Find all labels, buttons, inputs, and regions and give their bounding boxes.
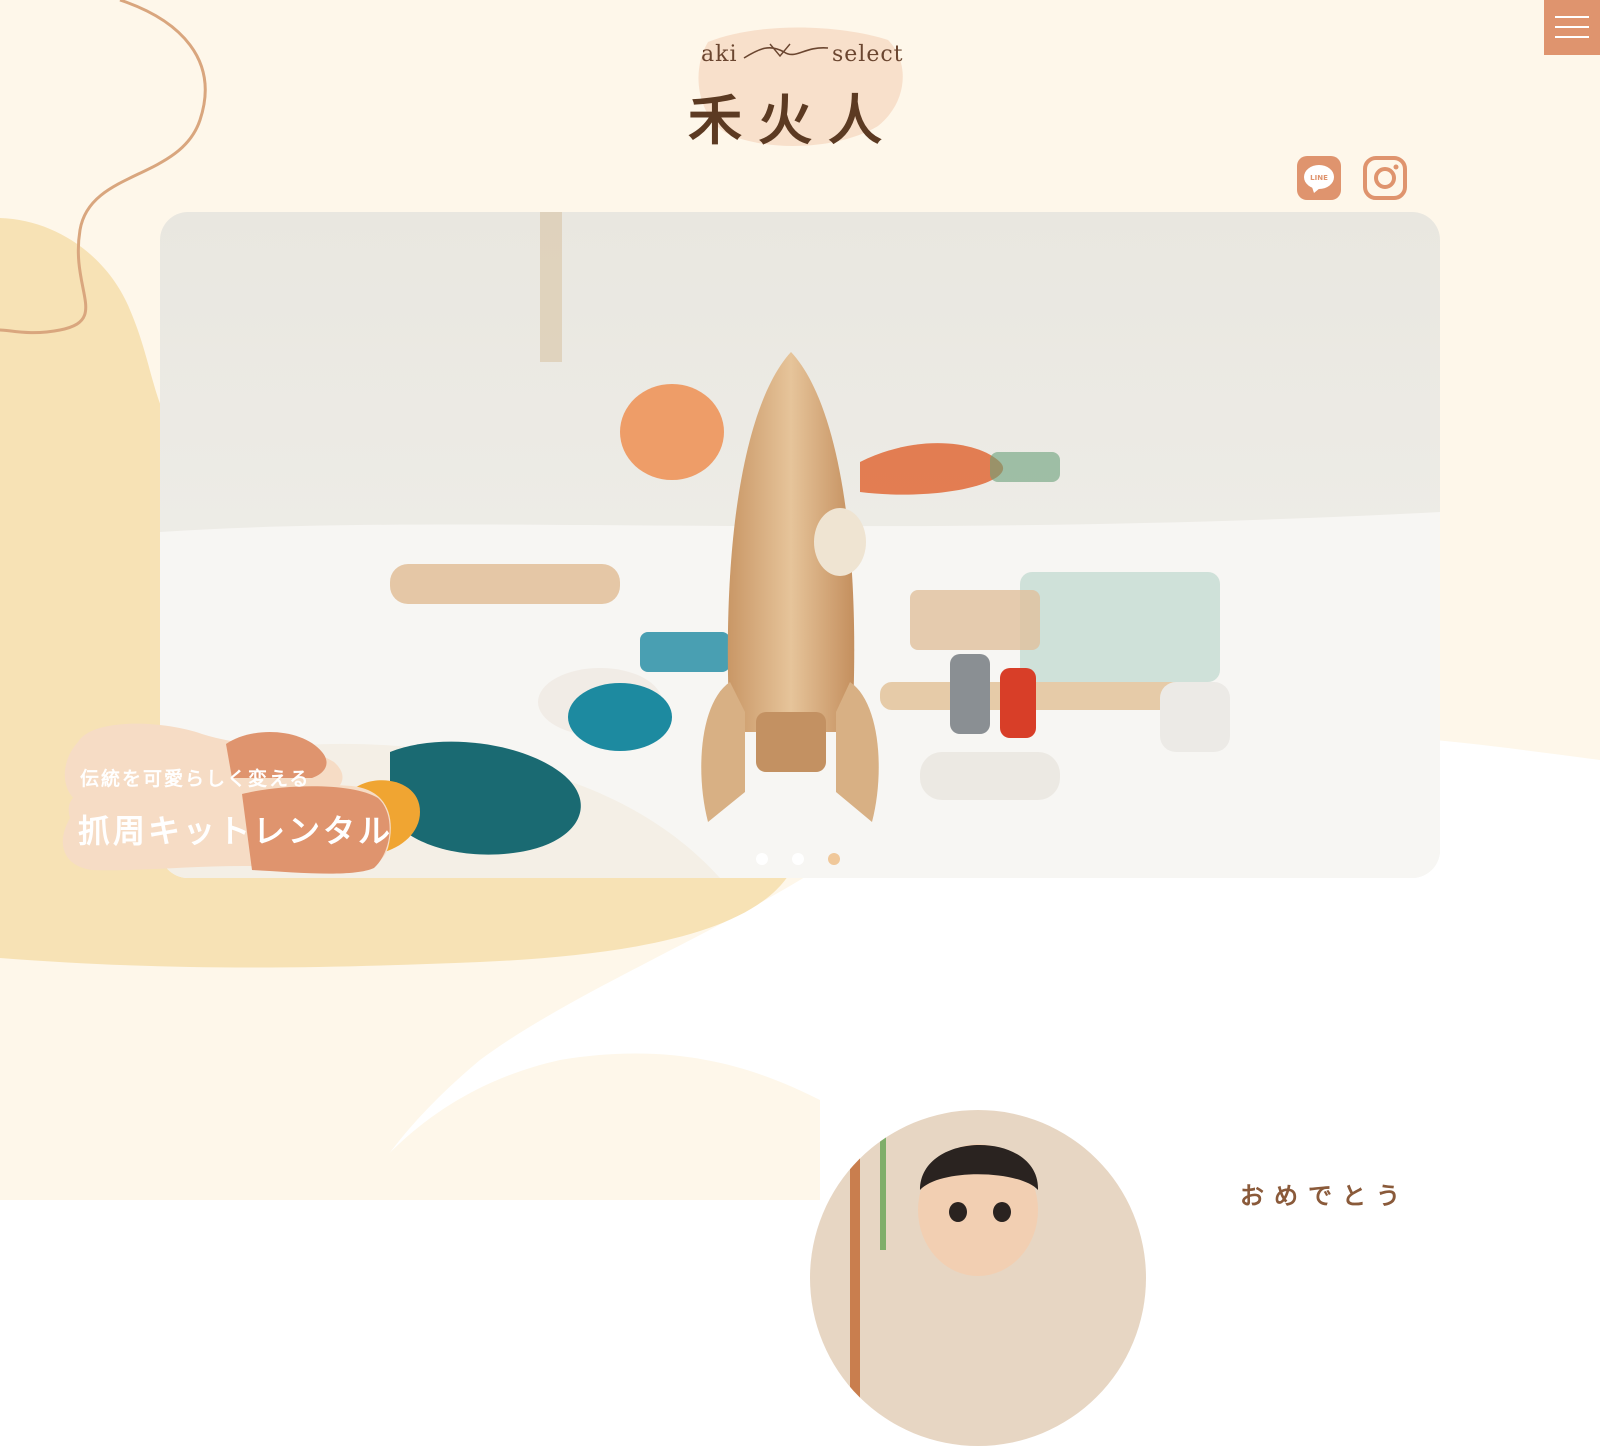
hamburger-icon (1555, 16, 1589, 18)
logo-aki: aki (701, 42, 738, 67)
section-heading: おめでとう (1240, 1182, 1410, 1210)
hero-badge-subtitle: 伝統を可愛らしく変える (80, 768, 311, 790)
hamburger-icon-bar (1555, 26, 1589, 28)
site-logo[interactable]: aki select 禾火人 (0, 0, 1600, 160)
baby-photo (810, 1110, 1146, 1446)
hamburger-icon-bar (1555, 36, 1589, 38)
logo-mark-icon (743, 43, 829, 59)
logo-name: 禾火人 (688, 88, 898, 152)
instagram-icon (1363, 156, 1407, 200)
slider-dot-2[interactable] (792, 853, 804, 865)
hero-badge-shape (62, 723, 391, 874)
line-link[interactable]: LINE (1296, 155, 1342, 201)
line-icon: LINE (1297, 156, 1341, 200)
menu-button[interactable] (1544, 0, 1600, 55)
svg-text:LINE: LINE (1310, 174, 1328, 182)
instagram-link[interactable] (1362, 155, 1408, 201)
logo-select: select (832, 42, 904, 67)
hero-badge-title: 抓周キットレンタル (78, 812, 394, 850)
slider-dot-3[interactable] (828, 853, 840, 865)
slider-dot-1[interactable] (756, 853, 768, 865)
slider-dots (756, 853, 840, 865)
